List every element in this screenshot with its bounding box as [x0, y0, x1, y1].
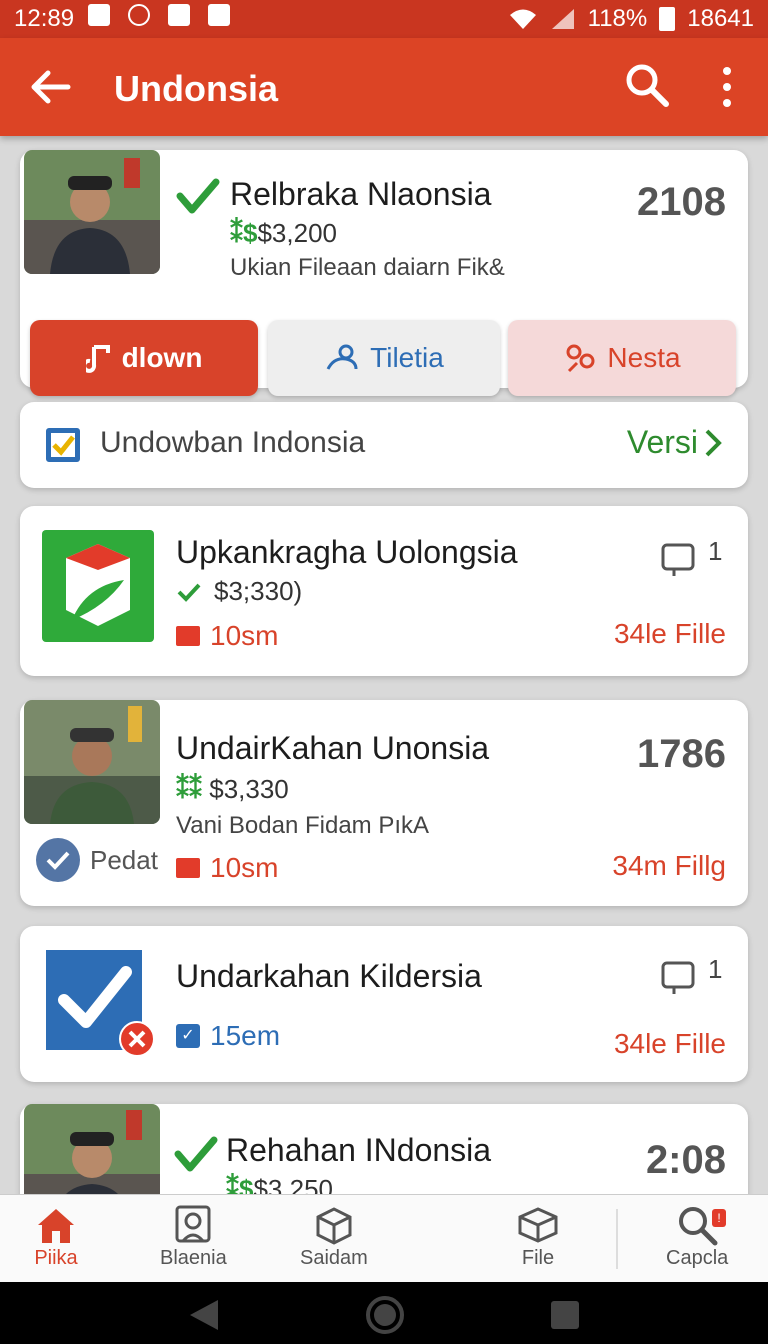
box-icon [316, 1207, 352, 1245]
listing-title[interactable]: Upkankragha Uolongsia [176, 534, 518, 571]
listing-photo [24, 700, 160, 824]
nav-saidam[interactable]: Saidam [300, 1203, 368, 1270]
more-vert-icon[interactable] [712, 64, 742, 110]
transfer-icon [168, 4, 190, 26]
listing-number: 2:08 [645, 1138, 726, 1182]
chat-icon[interactable] [660, 542, 696, 580]
filter-row[interactable]: Undowban Indonsia Versi [20, 402, 748, 488]
notification-badge: ! [712, 1209, 726, 1227]
listing-meta: 10sm [176, 620, 278, 652]
listing-price: ⁑$$3,200 [230, 218, 337, 248]
download-button[interactable]: dlown [30, 320, 258, 396]
home-circle-icon[interactable] [364, 1294, 406, 1336]
listing-photo [24, 150, 160, 274]
listing-card[interactable]: UndairKahan Unonsia ⁑⁑ $3,330 Vani Bodan… [20, 700, 748, 906]
listing-meta: 10sm [176, 852, 278, 884]
nav-piika[interactable]: Piika [34, 1203, 78, 1270]
listing-feed[interactable]: Relbraka Nlaonsia ⁑$$3,200 Ukian Fileaan… [0, 136, 768, 1194]
listing-photo [24, 1104, 160, 1194]
nav-blaenia[interactable]: Blaenia [160, 1203, 227, 1270]
system-navigation-bar [0, 1282, 768, 1344]
nesta-button[interactable]: Nesta [508, 320, 736, 396]
wifi-icon [509, 9, 536, 29]
bottom-navigation: Piika Blaenia Saidam File Capcla ! [0, 1194, 768, 1282]
listing-title[interactable]: Relbraka Nlaonsia [230, 176, 491, 213]
filter-checkbox[interactable] [46, 428, 80, 462]
listing-title[interactable]: UndairKahan Unonsia [176, 730, 489, 767]
search-icon[interactable] [624, 62, 670, 108]
flower-icon [566, 344, 595, 373]
verified-check-icon [174, 1136, 218, 1172]
status-clock: 18641 [687, 5, 754, 32]
listing-card[interactable]: Upkankragha Uolongsia $3;330) 10sm 1 34l… [20, 506, 748, 676]
chat-icon[interactable] [660, 960, 696, 998]
page-title: Undonsia [114, 68, 279, 109]
versi-link[interactable]: Versi [627, 424, 722, 461]
status-badge: Pedat [36, 838, 158, 882]
listing-card[interactable]: Rehahan INdonsia ⁑$$3 250 2:08 [20, 1104, 748, 1194]
mail-icon [176, 626, 200, 646]
listing-files: 34le Fille [613, 618, 726, 649]
listing-files: 34m Fillg [612, 850, 726, 881]
tiletia-button[interactable]: Tiletia [268, 320, 500, 396]
recents-square-icon[interactable] [548, 1298, 582, 1332]
status-bar: 12:89 118% 18641 [0, 0, 768, 38]
listing-number: 2108 [637, 180, 726, 224]
chevron-right-icon [705, 429, 722, 456]
app-bar: Undonsia [0, 38, 768, 136]
listing-title[interactable]: Undarkahan Kildersia [176, 958, 482, 995]
listing-number: 1786 [637, 732, 726, 776]
notification-icon [88, 4, 110, 26]
listing-price: ⁑$$3 250 [226, 1174, 333, 1194]
action-buttons: dlown Tiletia Nesta [30, 320, 738, 398]
app-logo [42, 530, 154, 642]
sdcard-icon [208, 4, 230, 26]
verified-check-icon [176, 178, 220, 214]
listing-price: ⁑⁑ $3,330 [176, 774, 289, 804]
check-icon [177, 583, 201, 602]
tiletia-button-label: Tiletia [370, 342, 444, 373]
checkbox-icon: ✓ [176, 1024, 200, 1048]
listing-subtitle: Vani Bodan Fidam PıkA [176, 812, 430, 839]
listing-card[interactable]: Undarkahan Kildersia ✓ 15em 1 34le Fille [20, 926, 748, 1082]
featured-listing-card[interactable]: Relbraka Nlaonsia ⁑$$3,200 Ukian Fileaan… [20, 150, 748, 396]
sync-icon [128, 4, 150, 26]
comment-count: 1 [708, 954, 723, 984]
nav-divider [616, 1209, 618, 1269]
filter-label: Undowban Indonsia [100, 426, 366, 459]
check-circle-icon [36, 838, 80, 882]
nesta-button-label: Nesta [607, 342, 681, 373]
listing-price: $3;330) [176, 576, 302, 607]
music-note-icon [85, 345, 110, 373]
back-arrow-icon[interactable] [28, 64, 74, 110]
signal-icon [551, 9, 574, 29]
listing-files: 34le Fille [613, 1028, 726, 1059]
listing-subtitle: Ukian Fileaan daiarn Fik& [230, 254, 505, 281]
listing-meta: ✓ 15em [176, 1020, 280, 1052]
listing-title[interactable]: Rehahan INdonsia [226, 1132, 491, 1169]
nav-file[interactable]: File [516, 1203, 560, 1270]
package-icon [518, 1207, 558, 1243]
home-icon [38, 1209, 74, 1243]
comment-count: 1 [708, 536, 723, 566]
mail-icon [176, 858, 200, 878]
close-circle-icon [119, 1021, 155, 1057]
profile-icon [175, 1205, 211, 1243]
status-time: 12:89 [14, 5, 75, 32]
people-icon [326, 344, 358, 370]
back-triangle-icon[interactable] [186, 1298, 222, 1332]
battery-percent: 118% [587, 5, 648, 32]
battery-icon [659, 7, 676, 31]
download-button-label: dlown [121, 342, 203, 373]
